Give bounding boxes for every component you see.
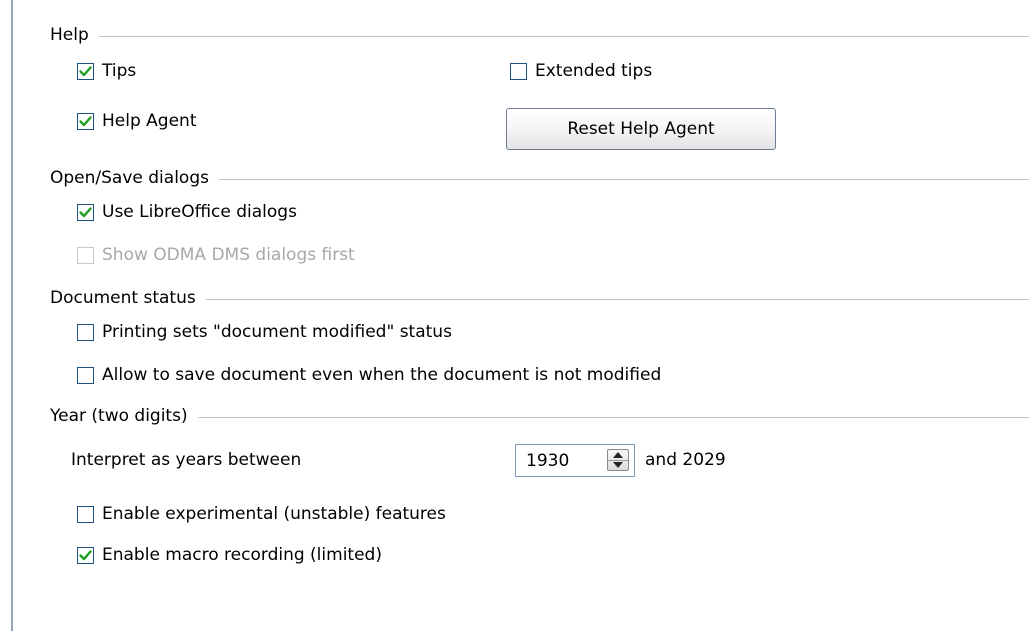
dialog-left-border [11,0,13,631]
year-section-header: Year (two digits) [50,405,1029,427]
show-odma-dialogs-label: Show ODMA DMS dialogs first [102,245,355,265]
allow-save-unmodified-label: Allow to save document even when the doc… [102,365,662,385]
start-year-spinbox[interactable]: 1930 [515,444,635,477]
checkbox-box [77,62,94,80]
checkbox-box [77,546,94,564]
checkmark-icon [79,206,92,217]
use-libreoffice-dialogs-label: Use LibreOffice dialogs [102,202,297,222]
end-year-label: and 2029 [645,450,726,470]
extended-tips-checkbox[interactable]: Extended tips [510,61,652,81]
checkbox-box [77,203,94,221]
help-agent-label: Help Agent [102,111,197,131]
spin-down-arrow-icon[interactable] [608,460,628,470]
checkbox-box [77,323,94,341]
start-year-value[interactable]: 1930 [526,451,569,471]
section-divider [98,35,1029,37]
tips-label: Tips [102,61,137,81]
experimental-features-checkbox[interactable]: Enable experimental (unstable) features [77,504,446,524]
use-libreoffice-dialogs-checkbox[interactable]: Use LibreOffice dialogs [77,202,297,222]
help-agent-checkbox[interactable]: Help Agent [77,111,196,131]
macro-recording-label: Enable macro recording (limited) [102,545,382,565]
help-section-title: Help [50,25,89,45]
section-divider [197,416,1029,418]
reset-help-agent-button[interactable]: Reset Help Agent [506,108,776,150]
extended-tips-label: Extended tips [535,61,653,81]
document-status-section-header: Document status [50,287,1029,309]
interpret-years-label: Interpret as years between [71,450,302,470]
open-save-section-header: Open/Save dialogs [50,167,1029,189]
section-divider [218,178,1029,180]
checkmark-icon [79,549,92,560]
checkmark-icon [79,65,92,76]
up-down-arrows-icon[interactable] [607,449,629,471]
checkbox-box [77,112,94,130]
help-section-header: Help [50,24,1029,46]
tips-checkbox[interactable]: Tips [77,61,136,81]
checkbox-box [77,246,94,264]
checkbox-box [510,62,527,80]
experimental-features-label: Enable experimental (unstable) features [102,504,446,524]
checkbox-box [77,505,94,523]
document-status-section-title: Document status [50,288,196,308]
reset-help-agent-label: Reset Help Agent [567,119,715,139]
allow-save-unmodified-checkbox[interactable]: Allow to save document even when the doc… [77,365,661,385]
year-section-title: Year (two digits) [50,406,188,426]
open-save-section-title: Open/Save dialogs [50,168,209,188]
macro-recording-checkbox[interactable]: Enable macro recording (limited) [77,545,382,565]
section-divider [205,298,1029,300]
show-odma-dialogs-checkbox: Show ODMA DMS dialogs first [77,245,355,265]
checkmark-icon [79,115,92,126]
printing-sets-modified-label: Printing sets "document modified" status [102,322,452,342]
checkbox-box [77,366,94,384]
printing-sets-modified-checkbox[interactable]: Printing sets "document modified" status [77,322,452,342]
